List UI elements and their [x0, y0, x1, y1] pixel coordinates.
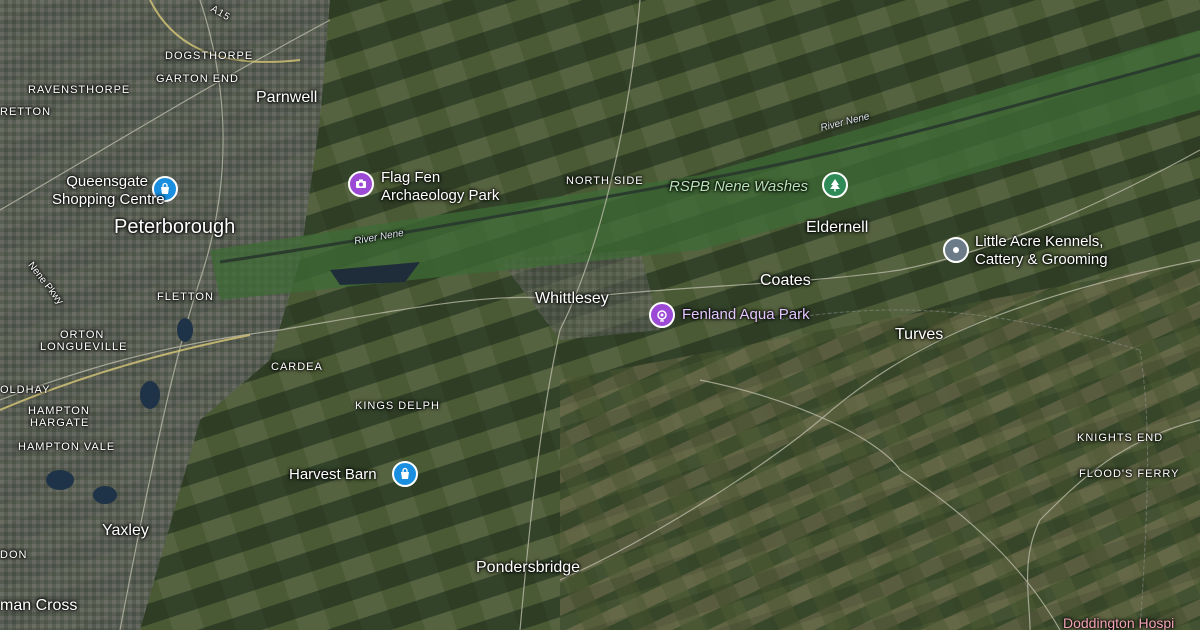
place-dogsthorpe[interactable]: DOGSTHORPE: [165, 50, 253, 62]
place-oldhay[interactable]: OLDHAY: [0, 384, 50, 396]
location-pin-icon: [953, 247, 959, 253]
camera-icon: [356, 179, 366, 188]
tree-icon: [830, 179, 840, 192]
flag-fen-pin[interactable]: [348, 171, 374, 197]
place-pondersbridge[interactable]: Pondersbridge: [476, 559, 580, 577]
flag-fen-label[interactable]: Flag Fen Archaeology Park: [381, 169, 499, 205]
place-don[interactable]: DON: [0, 549, 27, 561]
place-coates[interactable]: Coates: [760, 272, 811, 290]
little-acre-kennels-label[interactable]: Little Acre Kennels, Cattery & Grooming: [975, 233, 1108, 269]
attraction-icon: [657, 310, 667, 322]
place-yaxley[interactable]: Yaxley: [102, 522, 149, 540]
place-peterborough[interactable]: Peterborough: [114, 216, 235, 239]
queensgate-label-line1: Queensgate: [66, 173, 148, 190]
place-whittlesey[interactable]: Whittlesey: [535, 290, 609, 308]
place-ravensthorpe[interactable]: RAVENSTHORPE: [28, 84, 130, 96]
rspb-nene-washes-label[interactable]: RSPB Nene Washes: [669, 178, 808, 195]
little-acre-label-line1: Little Acre Kennels,: [975, 233, 1104, 250]
place-garton-end[interactable]: GARTON END: [156, 73, 239, 85]
flag-fen-label-line2: Archaeology Park: [381, 187, 500, 204]
place-orton[interactable]: ORTON: [60, 329, 104, 341]
place-fletton[interactable]: FLETTON: [157, 291, 214, 303]
place-hargate[interactable]: HARGATE: [30, 417, 89, 429]
little-acre-kennels-pin[interactable]: [943, 237, 969, 263]
place-hampton[interactable]: HAMPTON: [28, 405, 90, 417]
harvest-barn-label[interactable]: Harvest Barn: [289, 466, 377, 484]
place-man-cross[interactable]: man Cross: [0, 597, 77, 615]
rspb-nene-washes-pin[interactable]: [822, 172, 848, 198]
queensgate-label-line2: Shopping Centre: [52, 191, 165, 208]
place-parnwell[interactable]: Parnwell: [256, 89, 317, 107]
place-retton[interactable]: RETTON: [0, 106, 51, 118]
fenland-aqua-park-label[interactable]: Fenland Aqua Park: [682, 306, 810, 324]
place-hampton-vale[interactable]: HAMPTON VALE: [18, 441, 115, 453]
place-doddington-hospital[interactable]: Doddington Hospi: [1063, 615, 1174, 630]
harvest-barn-pin[interactable]: [392, 461, 418, 487]
place-eldernell[interactable]: Eldernell: [806, 219, 868, 237]
satellite-terrain: [0, 0, 1200, 630]
place-floods-ferry[interactable]: FLOOD'S FERRY: [1079, 468, 1179, 480]
flag-fen-label-line1: Flag Fen: [381, 169, 441, 186]
little-acre-label-line2: Cattery & Grooming: [975, 251, 1108, 268]
place-kings-delph[interactable]: KINGS DELPH: [355, 400, 440, 412]
place-turves[interactable]: Turves: [895, 326, 943, 344]
place-knights-end[interactable]: KNIGHTS END: [1077, 432, 1163, 444]
queensgate-label[interactable]: Queensgate Shopping Centre: [52, 173, 165, 209]
fenland-aqua-park-pin[interactable]: [649, 302, 675, 328]
place-longueville[interactable]: LONGUEVILLE: [40, 341, 127, 353]
place-north-side[interactable]: NORTH SIDE: [566, 175, 644, 187]
shopping-bag-icon: [401, 467, 409, 479]
place-cardea[interactable]: CARDEA: [271, 361, 323, 373]
satellite-map[interactable]: Peterborough Parnwell DOGSTHORPE GARTON …: [0, 0, 1200, 630]
